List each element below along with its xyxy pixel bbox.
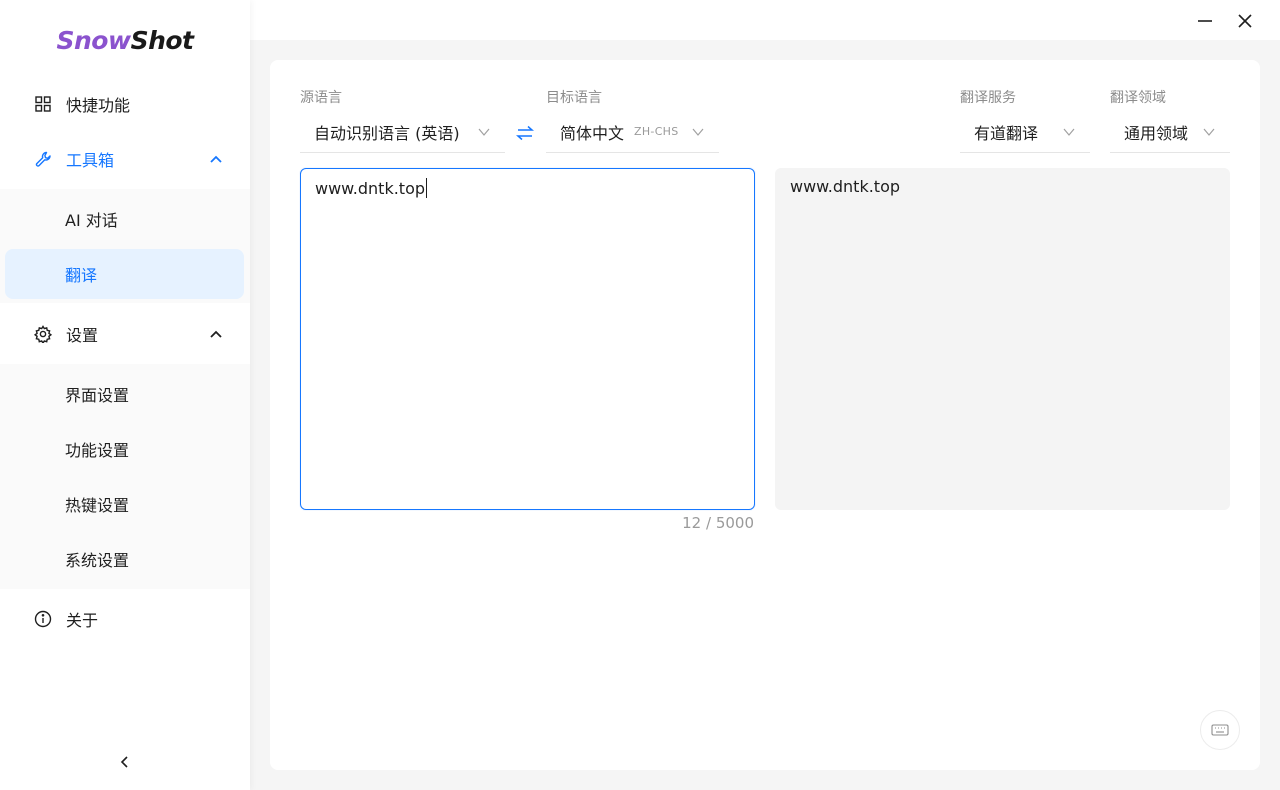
chevron-down-icon — [1203, 128, 1215, 136]
grid-icon — [34, 95, 52, 113]
translation-domain-select[interactable]: 通用领域 — [1110, 111, 1230, 153]
sidebar-item-settings[interactable]: 设置 — [0, 309, 250, 359]
sidebar-item-label: 快捷功能 — [66, 96, 131, 115]
title-bar — [250, 0, 1280, 40]
sidebar-item-ui-settings[interactable]: 界面设置 — [5, 369, 244, 419]
sidebar-item-label: AI 对话 — [65, 211, 118, 230]
target-language-code: ZH-CHS — [634, 125, 679, 138]
minimize-icon — [1198, 20, 1212, 22]
minimize-button[interactable] — [1193, 9, 1217, 33]
sidebar-item-ai-chat[interactable]: AI 对话 — [5, 194, 244, 244]
keyboard-button[interactable] — [1200, 710, 1240, 750]
wrench-icon — [34, 150, 52, 168]
translation-domain-value: 通用领域 — [1124, 123, 1189, 143]
translation-service-select[interactable]: 有道翻译 — [960, 111, 1090, 153]
sidebar-item-function-settings[interactable]: 功能设置 — [5, 424, 244, 474]
chevron-left-icon — [120, 756, 128, 768]
translation-service-value: 有道翻译 — [974, 123, 1039, 143]
target-language-value: 简体中文 — [560, 123, 625, 143]
collapse-sidebar-button[interactable] — [113, 750, 137, 774]
sidebar-item-label: 关于 — [66, 611, 99, 630]
source-text: www.dntk.top — [315, 179, 426, 198]
swap-languages-icon[interactable] — [515, 123, 535, 143]
sidebar-item-label: 热键设置 — [65, 496, 130, 515]
translation-domain-label: 翻译领域 — [1110, 90, 1166, 106]
sidebar-item-system-settings[interactable]: 系统设置 — [5, 534, 244, 584]
chevron-up-icon — [210, 155, 222, 163]
character-counter: 12 / 5000 — [682, 514, 754, 532]
source-text-input[interactable]: www.dntk.top — [300, 168, 755, 510]
close-icon — [1238, 14, 1252, 28]
sidebar-item-label: 功能设置 — [65, 441, 130, 460]
app-logo: SnowShot — [56, 26, 194, 55]
chevron-down-icon — [478, 128, 490, 136]
sidebar-item-label: 工具箱 — [66, 151, 115, 170]
sidebar-item-hotkey-settings[interactable]: 热键设置 — [5, 479, 244, 529]
target-language-select[interactable]: 简体中文 ZH-CHS — [546, 111, 719, 153]
sidebar-item-label: 界面设置 — [65, 386, 130, 405]
translated-text: www.dntk.top — [790, 177, 901, 196]
sidebar-item-shortcuts[interactable]: 快捷功能 — [0, 79, 250, 129]
chevron-down-icon — [1063, 128, 1075, 136]
text-caret — [426, 178, 428, 198]
translation-output: www.dntk.top — [775, 168, 1230, 510]
sidebar-item-label: 翻译 — [65, 266, 98, 285]
chevron-down-icon — [692, 128, 704, 136]
sidebar-item-label: 设置 — [66, 326, 99, 345]
keyboard-icon — [1211, 724, 1229, 736]
source-language-select[interactable]: 自动识别语言 (英语) — [300, 111, 505, 153]
translation-service-label: 翻译服务 — [960, 90, 1016, 106]
close-button[interactable] — [1233, 9, 1257, 33]
chevron-up-icon — [210, 330, 222, 338]
source-language-value: 自动识别语言 (英语) — [314, 123, 460, 143]
target-language-label: 目标语言 — [546, 90, 602, 106]
info-icon — [34, 610, 52, 628]
sidebar: SnowShot 快捷功能 工具箱 AI 对话 翻译 设置 界面设置 功能设置 … — [0, 0, 250, 790]
sidebar-item-about[interactable]: 关于 — [0, 594, 250, 644]
gear-icon — [34, 325, 52, 343]
sidebar-item-label: 系统设置 — [65, 551, 130, 570]
sidebar-item-toolbox[interactable]: 工具箱 — [0, 134, 250, 184]
source-language-label: 源语言 — [300, 90, 342, 106]
sidebar-item-translate[interactable]: 翻译 — [5, 249, 244, 299]
